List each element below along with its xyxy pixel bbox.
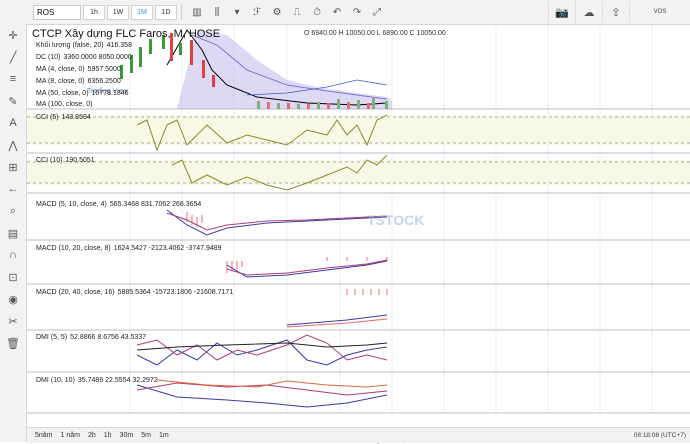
chart-title: CTCP Xây dựng FLC Faros, M, HOSE <box>32 28 221 40</box>
dmi5-label: DMI (5, 5) 52.8866 8.6756 43.5337 <box>36 334 147 341</box>
eye-icon[interactable]: ◉ <box>0 288 26 310</box>
trendline-icon[interactable]: ╱ <box>0 46 26 68</box>
text-icon[interactable]: A <box>0 112 26 134</box>
cci10-label: CCI (10) 190.5051 <box>36 157 95 164</box>
cloud-upload-icon[interactable]: ⇪ <box>602 1 629 23</box>
chart-area[interactable]: CTCP Xây dựng FLC Faros, M, HOSE O 6940.… <box>27 25 690 444</box>
magnet-icon[interactable]: ∩ <box>0 244 26 266</box>
settings-icon[interactable]: ⚙ <box>268 5 286 20</box>
watermark-logo: TSTOCK <box>367 212 425 228</box>
pattern-icon[interactable]: ⋀ <box>0 134 26 156</box>
ma4-label: MA (4, close, 0) 5957.5000 <box>36 66 121 73</box>
timeframe-1d[interactable]: 1D <box>155 4 177 20</box>
range-1h[interactable]: 1h <box>104 432 112 439</box>
lines-icon[interactable]: ≡ <box>0 68 26 90</box>
fullscreen-icon[interactable]: ⤢ <box>368 5 386 20</box>
dmi10-label: DMI (10, 10) 35.7486 22.5554 32.2972 <box>36 377 158 384</box>
camera-icon[interactable]: 📷 <box>548 1 575 23</box>
timeframe-1w[interactable]: 1W <box>107 4 129 20</box>
range-2h[interactable]: 2h <box>88 432 96 439</box>
cci5-label: CCI (5) 143.9594 <box>36 114 91 121</box>
bar-chart-icon[interactable]: ▥ <box>188 5 206 20</box>
ma100-label: MA (100, close, 0) <box>36 101 93 108</box>
range-1m[interactable]: 1m <box>159 432 169 439</box>
clock-readout: 08:18:08 (UTC+7) <box>633 432 686 439</box>
dmi10-pane <box>136 379 388 408</box>
drawing-toolbar: ✛ ╱ ≡ ✎ A ⋀ ⊞ ← ⌕ ▤ ∩ ⊡ ◉ ✂ 🗑 <box>0 24 27 442</box>
cci5-pane <box>27 114 690 152</box>
dmi5-pane <box>136 334 388 366</box>
macd1-label: MACD (5, 10, close, 4) 565.3468 831.7062 … <box>36 201 202 208</box>
indicator-icon[interactable]: ℱ <box>248 5 266 20</box>
user-label[interactable]: VOS <box>629 1 690 23</box>
macd3-label: MACD (20, 40, close, 16) 5885.5364 -15723… <box>36 289 234 296</box>
brush-icon[interactable]: ✎ <box>0 90 26 112</box>
ruler-icon[interactable]: ▤ <box>0 222 26 244</box>
redo-icon[interactable]: ↷ <box>348 5 366 20</box>
toolbar-divider <box>181 4 182 20</box>
macd2-pane <box>226 257 388 278</box>
cci10-pane <box>27 154 690 191</box>
tools-icon[interactable]: ✂ <box>0 310 26 332</box>
volume-label: Khối lượng (false, 20) 416.358 <box>36 42 132 49</box>
ma50-label: MA (50, close, 0) 10778.1846 <box>36 90 129 97</box>
measure-icon[interactable]: ⊞ <box>0 156 26 178</box>
alert-icon[interactable]: ⏱ <box>308 5 326 20</box>
cloud-icon[interactable]: ☁ <box>575 1 602 23</box>
range-1y[interactable]: 1 năm <box>61 432 80 439</box>
macd1-pane <box>166 209 388 236</box>
bottom-range-bar: 5năm 1 năm 2h 1h 30m 5m 1m 08:18:08 (UTC… <box>27 427 690 443</box>
lock-icon[interactable]: ⊡ <box>0 266 26 288</box>
symbol-input[interactable] <box>33 4 81 20</box>
range-30m[interactable]: 30m <box>120 432 134 439</box>
top-toolbar: 1h 1W 1M 1D ▥ ⫼ ▾ ℱ ⚙ ⎍ ⏱ ↶ ↷ ⤢ 📷 ☁ ⇪ VO… <box>0 0 690 25</box>
timeframe-1h[interactable]: 1h <box>83 4 105 20</box>
zoom-icon[interactable]: ⌕ <box>0 200 26 222</box>
chart-svg <box>27 25 690 414</box>
ohlc-readout: O 6940.00 H 10050.00 L 6890.00 C 10050.0… <box>304 30 446 37</box>
compare-icon[interactable]: ⎍ <box>288 5 306 20</box>
range-5m[interactable]: 5m <box>141 432 151 439</box>
dropdown-icon[interactable]: ▾ <box>228 5 246 20</box>
macd2-label: MACD (10, 20, close, 8) 1624.5427 -2123.4… <box>36 245 222 252</box>
ma8-label: MA (8, close, 0) 6356.2500 <box>36 78 121 85</box>
price-pane <box>120 29 392 109</box>
trash-icon[interactable]: 🗑 <box>0 332 26 354</box>
candles-icon[interactable]: ⫼ <box>208 5 226 20</box>
timeframe-1m[interactable]: 1M <box>131 4 153 20</box>
range-5y[interactable]: 5năm <box>35 432 53 439</box>
crosshair-icon[interactable]: ✛ <box>0 24 26 46</box>
dc-label: DC (10) 3360.0000 8050.0000 <box>36 54 132 61</box>
macd3-pane <box>286 289 388 328</box>
undo-icon[interactable]: ↶ <box>328 5 346 20</box>
pane-separators <box>27 108 690 414</box>
arrow-left-icon[interactable]: ← <box>0 178 26 200</box>
